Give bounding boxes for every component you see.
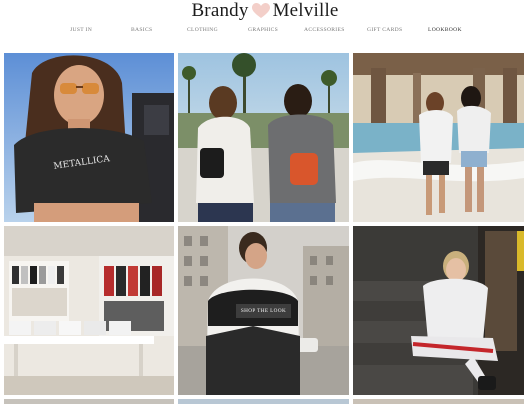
main-nav: JUST IN BASICS CLOTHING GRAPHICS ACCESSO… <box>0 27 530 39</box>
shop-the-look-button[interactable]: SHOP THE LOOK <box>236 304 291 318</box>
lookbook-photo-next-3[interactable] <box>353 399 524 404</box>
lookbook-photo-next-2[interactable] <box>178 399 349 404</box>
brand-name-first: Brandy <box>191 0 249 21</box>
lookbook-photo-next-1[interactable] <box>4 399 174 404</box>
lookbook-photo-pier[interactable] <box>353 53 524 222</box>
heart-icon <box>251 3 270 19</box>
lookbook-photo-stairs[interactable] <box>353 226 524 395</box>
lookbook-photo-windbreaker[interactable]: SHOP THE LOOK <box>178 226 349 395</box>
brand-logo[interactable]: Brandy Melville <box>0 0 530 22</box>
nav-item-accessories[interactable]: ACCESSORIES <box>304 27 345 33</box>
lookbook-photo-store[interactable] <box>4 226 174 395</box>
nav-item-graphics[interactable]: GRAPHICS <box>248 27 278 33</box>
nav-item-just-in[interactable]: JUST IN <box>70 27 92 33</box>
lookbook-photo-backpacks[interactable] <box>178 53 349 222</box>
nav-item-clothing[interactable]: CLOTHING <box>187 27 218 33</box>
nav-item-gift-cards[interactable]: GIFT CARDS <box>367 27 402 33</box>
nav-item-basics[interactable]: BASICS <box>131 27 152 33</box>
brand-name-second: Melville <box>272 0 339 21</box>
nav-item-lookbook[interactable]: LOOKBOOK <box>428 27 462 33</box>
lookbook-photo-selfie[interactable]: METALLICA <box>4 53 174 222</box>
